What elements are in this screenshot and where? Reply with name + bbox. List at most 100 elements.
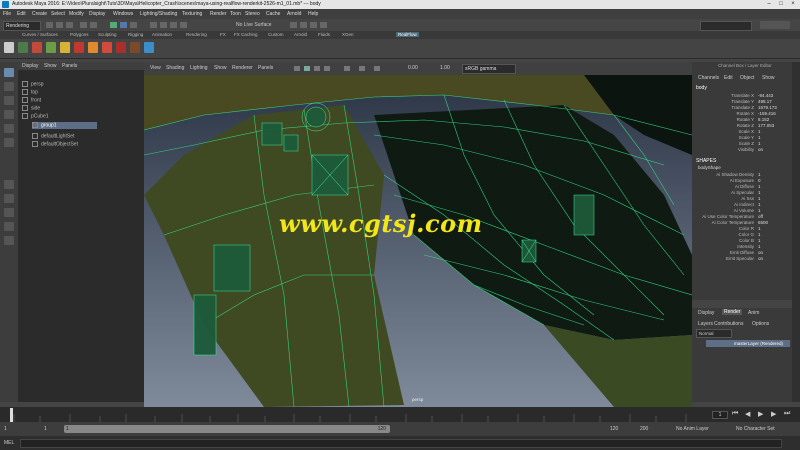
menu-windows[interactable]: Windows [113, 11, 133, 17]
shelf-tab-fx-caching[interactable]: FX Caching [234, 32, 258, 37]
attr-value[interactable]: 1579.173 [758, 105, 777, 110]
scale-tool-icon[interactable] [4, 138, 14, 147]
menu-render[interactable]: Render [210, 11, 226, 17]
render-icon[interactable] [290, 22, 297, 28]
menu-texturing[interactable]: Texturing [182, 11, 202, 17]
menu-arnold[interactable]: Arnold [287, 11, 301, 17]
shelf-tab-custom[interactable]: Custom [268, 32, 284, 37]
gamma-value[interactable]: 1.00 [440, 65, 450, 71]
open-scene-icon[interactable] [56, 22, 63, 28]
attr-value[interactable]: 1 [758, 232, 761, 237]
snap-curve-icon[interactable] [160, 22, 167, 28]
viewport-menu-renderer[interactable]: Renderer [232, 65, 253, 71]
render-settings-icon[interactable] [310, 22, 317, 28]
layer-menu-contributions[interactable]: Contributions [714, 321, 743, 327]
new-scene-icon[interactable] [46, 22, 53, 28]
attr-value[interactable]: 1 [758, 226, 761, 231]
attr-value[interactable]: off [758, 214, 763, 219]
attr-value[interactable]: 1 [758, 190, 761, 195]
play-icon[interactable]: ▶ [758, 410, 763, 418]
smooth-shade-icon[interactable] [304, 66, 310, 71]
anim-layer-dropdown[interactable]: No Anim Layer [676, 426, 709, 432]
maximize-icon[interactable]: □ [776, 0, 786, 9]
resolution-gate-icon[interactable] [374, 66, 380, 71]
persp-outliner-layout-icon[interactable] [4, 208, 14, 217]
close-icon[interactable]: × [788, 0, 798, 9]
outliner-item-default-object-set[interactable]: defaultObjectSet [32, 141, 78, 148]
layer-menu-options[interactable]: Options [752, 321, 769, 327]
ipr-render-icon[interactable] [300, 22, 307, 28]
redo-icon[interactable] [90, 22, 97, 28]
shelf-tab-rigging[interactable]: Rigging [128, 32, 143, 37]
outliner-item-group1[interactable]: group1 [32, 122, 97, 129]
attr-value[interactable]: 1 [758, 129, 761, 134]
attr-value[interactable]: 1 [758, 141, 761, 146]
outliner-menu-panels[interactable]: Panels [62, 63, 77, 69]
realflow-simulate-icon[interactable] [116, 42, 126, 53]
outliner-item-front[interactable]: front [22, 97, 41, 104]
outliner-menu-show[interactable]: Show [44, 63, 57, 69]
shelf-tab-arnold[interactable]: Arnold [294, 32, 307, 37]
single-perspective-layout-icon[interactable] [4, 180, 14, 189]
attr-value[interactable]: 1 [758, 196, 761, 201]
viewport-menu-panels[interactable]: Panels [258, 65, 273, 71]
viewport-menu-lighting[interactable]: Lighting [190, 65, 208, 71]
textured-icon[interactable] [314, 66, 320, 71]
outliner-menu-display[interactable]: Display [22, 63, 38, 69]
attr-value[interactable]: 1 [758, 202, 761, 207]
viewport[interactable]: www.cgtsj.com persp [144, 75, 692, 407]
realflow-cache-icon[interactable] [102, 42, 112, 53]
workspace-dropdown[interactable] [760, 21, 790, 29]
start-frame-field[interactable]: 1 [4, 426, 7, 432]
range-end-field[interactable]: 120 [610, 426, 618, 432]
channel-menu-object[interactable]: Object [740, 75, 754, 81]
shelf-tab-polygons[interactable]: Polygons [70, 32, 89, 37]
realflow-domain-icon[interactable] [46, 42, 56, 53]
attr-value[interactable]: 1 [758, 135, 761, 140]
select-object-icon[interactable] [120, 22, 127, 28]
save-scene-icon[interactable] [66, 22, 73, 28]
viewport-menu-shading[interactable]: Shading [166, 65, 184, 71]
attr-value[interactable]: 1 [758, 172, 761, 177]
realflow-particles-icon[interactable] [88, 42, 98, 53]
hypershade-icon[interactable] [320, 22, 327, 28]
outliner-item-top[interactable]: top [22, 89, 38, 96]
snap-point-icon[interactable] [170, 22, 177, 28]
shelf-tab-rendering[interactable]: Rendering [186, 32, 207, 37]
realflow-mesh-icon[interactable] [74, 42, 84, 53]
rotate-tool-icon[interactable] [4, 124, 14, 133]
menu-cache[interactable]: Cache [266, 11, 280, 17]
layer-tab-render[interactable]: Render [722, 309, 743, 315]
step-forward-icon[interactable]: ▶ [771, 410, 776, 418]
attr-value[interactable]: 177.053 [758, 123, 774, 128]
attr-value[interactable]: 1 [758, 244, 761, 249]
xray-icon[interactable] [344, 66, 350, 71]
attr-value[interactable]: 498.17 [758, 99, 772, 104]
four-view-layout-icon[interactable] [4, 194, 14, 203]
time-slider[interactable]: 1 ⏮ ◀ ▶ ▶ ⏭ [0, 407, 800, 422]
attr-value[interactable]: -94.443 [758, 93, 773, 98]
layer-tab-anim[interactable]: Anim [748, 310, 759, 316]
side-tabs[interactable] [792, 62, 800, 402]
shelf-tab-fluids[interactable]: Fluids [318, 32, 330, 37]
outliner-layout-icon[interactable] [4, 236, 14, 245]
use-all-lights-icon[interactable] [324, 66, 330, 71]
layer-mode-dropdown[interactable]: Normal [696, 329, 732, 338]
realflow-import-icon[interactable] [144, 42, 154, 53]
attr-value[interactable]: on [758, 250, 763, 255]
current-frame-field[interactable]: 1 [712, 411, 728, 419]
channel-menu-show[interactable]: Show [762, 75, 775, 81]
attr-value[interactable]: 0 [758, 178, 761, 183]
attr-value[interactable]: on [758, 256, 763, 261]
live-surface-label[interactable]: No Live Surface [236, 22, 272, 28]
outliner-item-pcube1[interactable]: pCube1 [22, 113, 49, 120]
isolate-select-icon[interactable] [359, 66, 365, 71]
attr-value[interactable]: 1 [758, 208, 761, 213]
menu-lighting-shading[interactable]: Lighting/Shading [140, 11, 177, 17]
persp-graph-layout-icon[interactable] [4, 222, 14, 231]
attr-value[interactable]: 1 [758, 184, 761, 189]
shelf-tab-fx[interactable]: FX [220, 32, 226, 37]
outliner-item-side[interactable]: side [22, 105, 40, 112]
shelf-tab-xgen[interactable]: XGen [342, 32, 354, 37]
exposure-value[interactable]: 0.00 [408, 65, 418, 71]
